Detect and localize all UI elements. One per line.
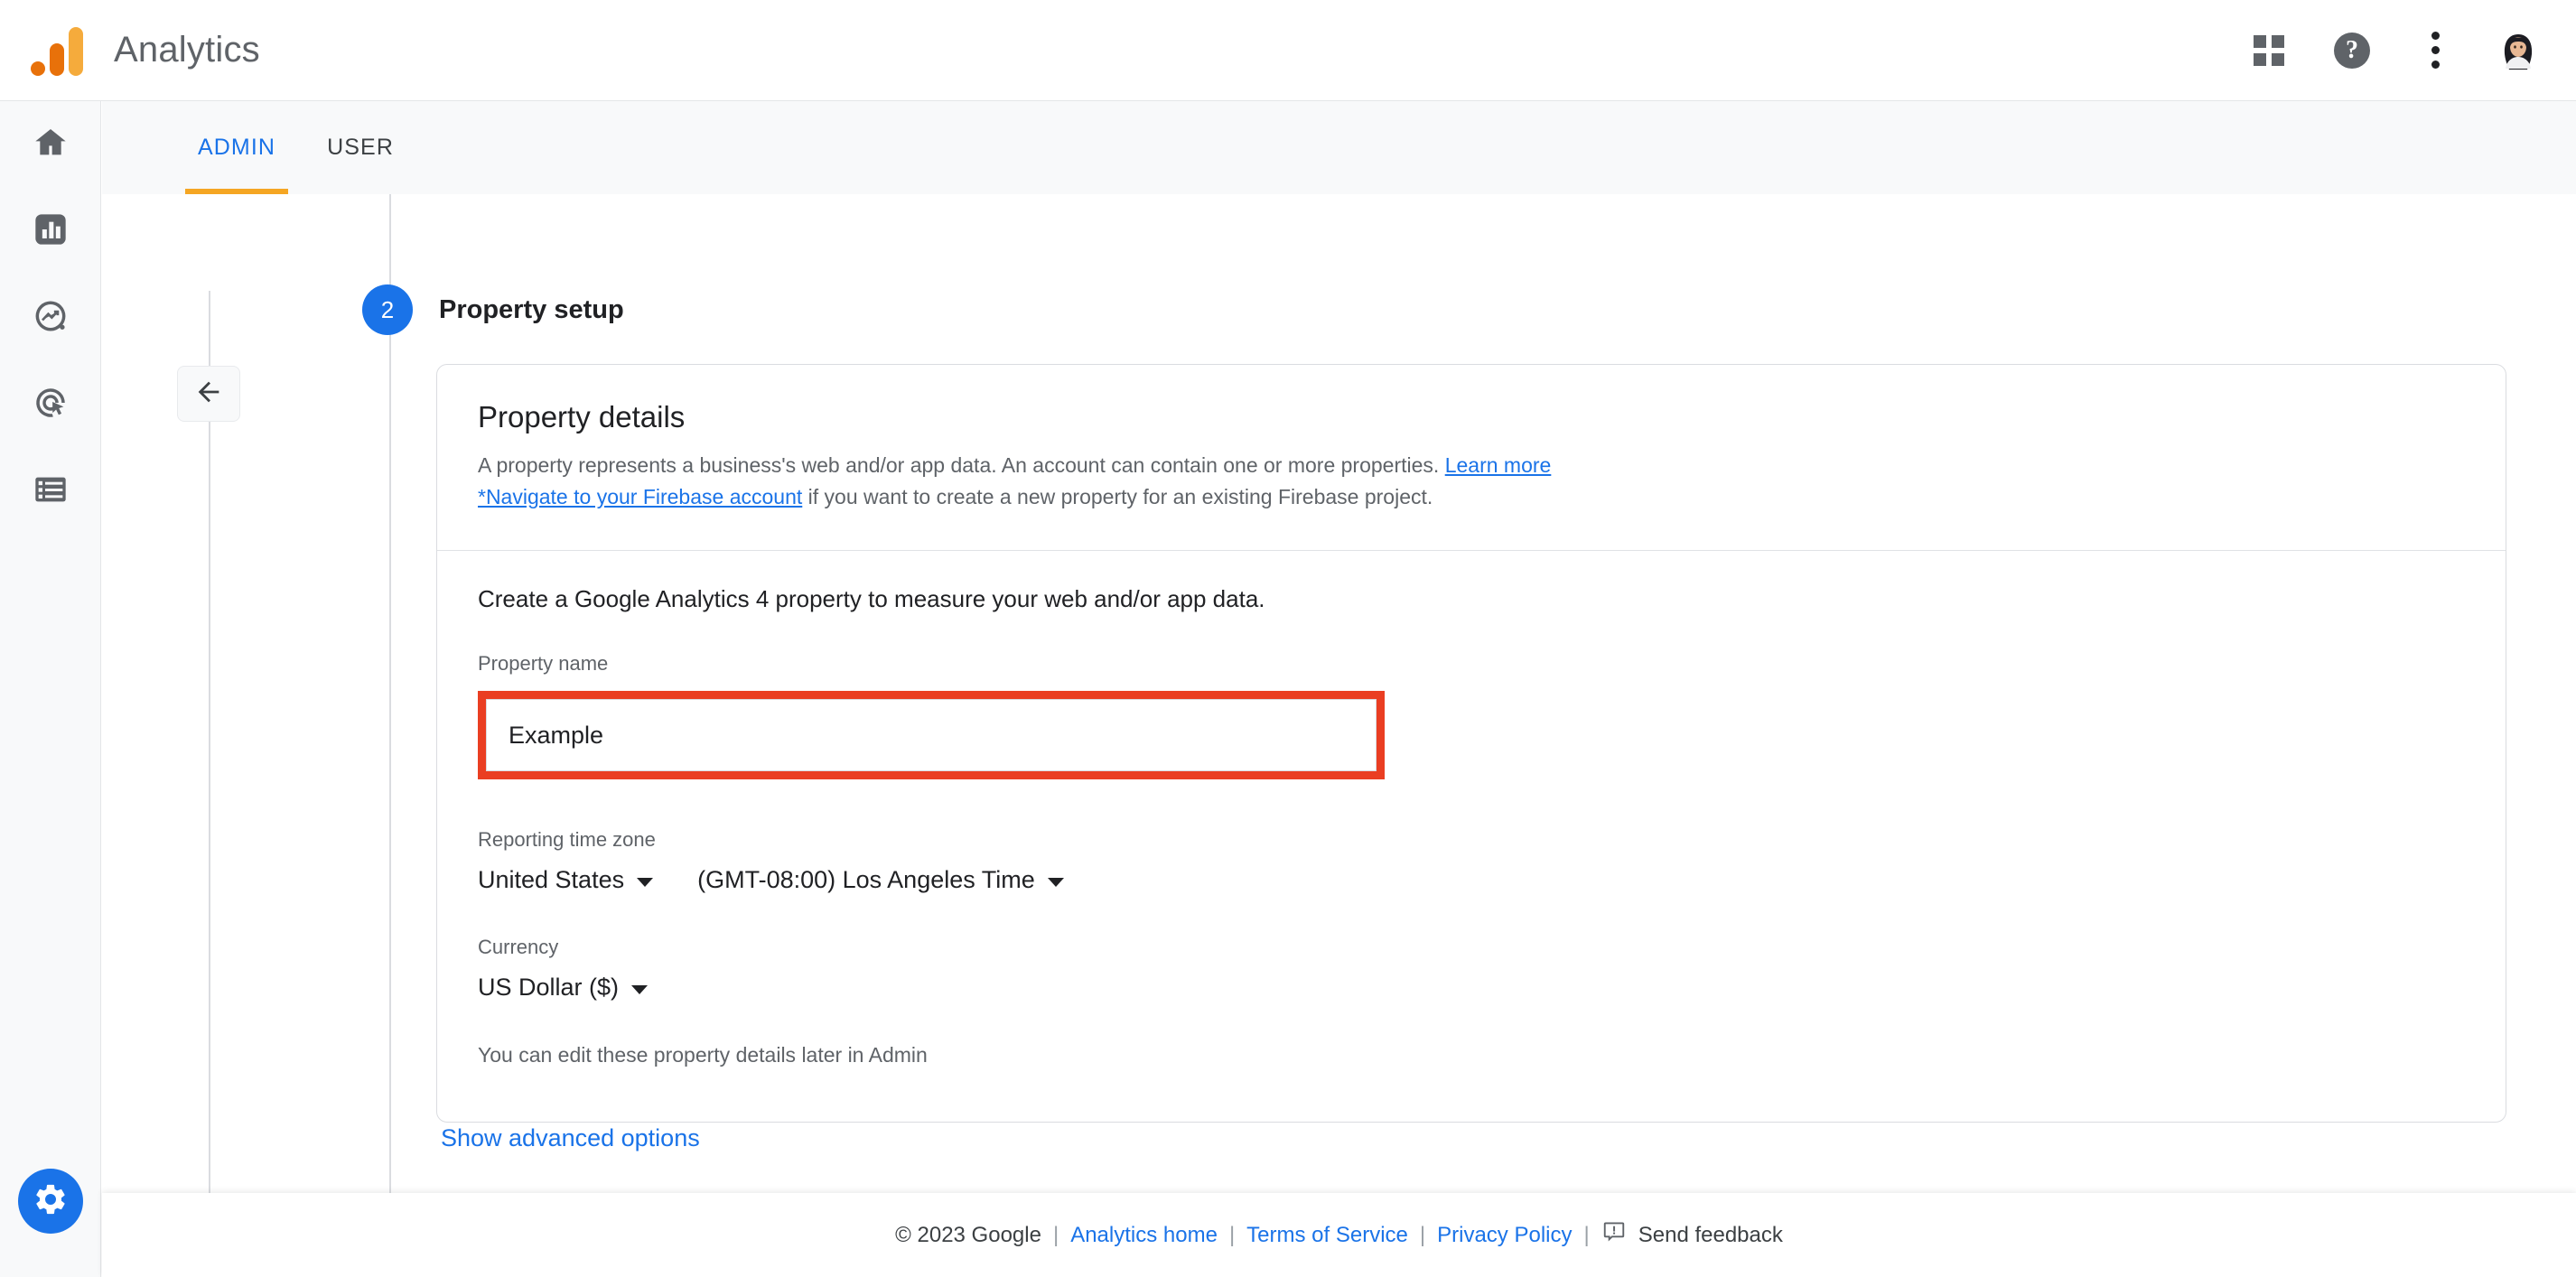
card-body-section: Create a Google Analytics 4 property to … xyxy=(437,551,2506,1122)
footer-privacy-link[interactable]: Privacy Policy xyxy=(1437,1223,1572,1248)
timezone-row: United States (GMT-08:00) Los Angeles Ti… xyxy=(478,866,2465,894)
stepper-rail-line xyxy=(389,194,391,1193)
avatar[interactable] xyxy=(2477,9,2560,92)
card-description-part2: if you want to create a new property for… xyxy=(802,484,1433,508)
footer-copyright: © 2023 Google xyxy=(895,1222,1041,1247)
google-analytics-logo-icon xyxy=(31,25,83,76)
card-header-section: Property details A property represents a… xyxy=(437,365,2506,551)
advertising-target-icon xyxy=(32,384,70,426)
card-description: A property represents a business's web a… xyxy=(478,450,2465,512)
property-name-input[interactable] xyxy=(486,699,1377,771)
left-rail xyxy=(0,101,101,1277)
currency-label: Currency xyxy=(478,936,559,958)
learn-more-link[interactable]: Learn more xyxy=(1445,453,1552,477)
apps-grid-icon[interactable] xyxy=(2227,9,2310,92)
avatar-image xyxy=(2491,23,2545,78)
timezone-country-value: United States xyxy=(478,866,625,893)
arrow-left-icon xyxy=(193,377,224,412)
configure-list-icon xyxy=(33,471,69,512)
top-bar-actions: ? xyxy=(2227,9,2576,92)
timezone-country-select[interactable]: United States xyxy=(478,866,654,894)
tab-bar: ADMIN USER xyxy=(102,101,2576,194)
footer-separator: | xyxy=(1583,1222,1590,1247)
tab-user-label: USER xyxy=(327,135,394,160)
footer: © 2023 Google | Analytics home | Terms o… xyxy=(102,1193,2576,1277)
tab-admin[interactable]: ADMIN xyxy=(185,101,289,194)
back-button[interactable] xyxy=(177,366,240,422)
property-details-card: Property details A property represents a… xyxy=(436,364,2506,1123)
currency-select[interactable]: US Dollar ($) xyxy=(478,974,649,1002)
footer-analytics-home-link[interactable]: Analytics home xyxy=(1070,1223,1218,1248)
footer-separator: | xyxy=(1228,1222,1236,1247)
chevron-down-icon xyxy=(631,984,649,994)
chevron-down-icon xyxy=(1047,877,1064,887)
send-feedback-label: Send feedback xyxy=(1638,1222,1783,1247)
step-header: 2 Property setup xyxy=(362,284,624,335)
sidebar-item-reports[interactable] xyxy=(7,188,94,275)
timezone-zone-select[interactable]: (GMT-08:00) Los Angeles Time xyxy=(697,866,1064,894)
card-heading: Property details xyxy=(478,400,686,433)
show-advanced-options-link[interactable]: Show advanced options xyxy=(441,1124,700,1152)
tab-user[interactable]: USER xyxy=(310,101,411,194)
property-name-highlight xyxy=(478,691,1385,779)
card-lead-text: Create a Google Analytics 4 property to … xyxy=(478,585,1265,612)
settings-button[interactable] xyxy=(17,1169,83,1234)
edit-later-note: You can edit these property details late… xyxy=(478,1043,928,1067)
brand[interactable]: Analytics xyxy=(31,25,260,76)
tab-admin-label: ADMIN xyxy=(198,135,276,160)
timezone-label: Reporting time zone xyxy=(478,828,656,851)
send-feedback-button[interactable]: Send feedback xyxy=(1601,1219,1783,1251)
analytics-admin-page: Analytics ? ADMIN USER 2 Property setup … xyxy=(0,0,2576,1277)
timezone-zone-value: (GMT-08:00) Los Angeles Time xyxy=(697,866,1035,893)
property-name-label: Property name xyxy=(478,652,609,675)
main-content: 2 Property setup Property details A prop… xyxy=(102,194,2576,1193)
more-vert-icon[interactable] xyxy=(2394,9,2477,92)
chevron-down-icon xyxy=(637,877,654,887)
step-number-badge: 2 xyxy=(362,284,413,335)
sidebar-item-configure[interactable] xyxy=(7,448,94,535)
top-bar: Analytics ? xyxy=(0,0,2576,101)
help-glyph: ? xyxy=(2334,32,2370,69)
currency-value: US Dollar ($) xyxy=(478,974,620,1001)
footer-separator: | xyxy=(1052,1222,1059,1247)
gear-icon xyxy=(33,1181,69,1222)
home-icon xyxy=(33,125,69,165)
reports-bar-chart-icon xyxy=(33,211,69,252)
brand-title: Analytics xyxy=(114,30,260,70)
footer-separator: | xyxy=(1419,1222,1426,1247)
sidebar-item-home[interactable] xyxy=(7,101,94,188)
explore-trending-icon xyxy=(32,297,70,340)
firebase-account-link[interactable]: *Navigate to your Firebase account xyxy=(478,485,802,508)
footer-terms-link[interactable]: Terms of Service xyxy=(1246,1223,1408,1248)
card-description-part1: A property represents a business's web a… xyxy=(478,453,1445,477)
footer-links: © 2023 Google | Analytics home | Terms o… xyxy=(895,1219,1783,1251)
help-icon[interactable]: ? xyxy=(2310,9,2394,92)
sidebar-item-advertising[interactable] xyxy=(7,361,94,448)
page-title: Property setup xyxy=(439,294,624,324)
sidebar-item-explore[interactable] xyxy=(7,275,94,361)
back-rail-line xyxy=(209,291,210,1193)
feedback-bubble-icon xyxy=(1601,1219,1627,1251)
